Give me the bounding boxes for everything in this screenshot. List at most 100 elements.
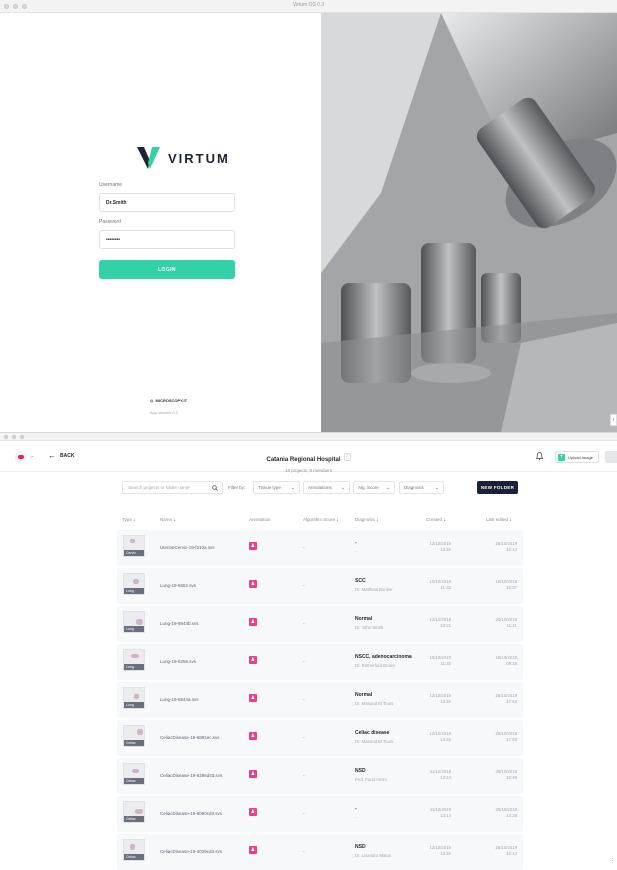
annotation-user-icon[interactable]: ♟ [249,656,257,664]
slide-thumbnail[interactable]: Celiac [123,763,145,785]
slide-thumbnail[interactable]: Celiac [123,801,145,823]
col-created-label: Created [426,517,443,522]
table-row[interactable]: Lung Lung-19-6652.svs ♟ - SCC Dr. Matthew Bun… [117,568,523,604]
logo-text: VIRTUM [168,150,230,166]
close-light[interactable] [4,434,8,439]
slide-thumbnail[interactable]: Lung [123,687,145,709]
col-name[interactable]: Name ↓ [160,517,176,523]
virtum-logo-icon [137,147,160,169]
side-tab[interactable]: › [610,414,617,426]
slide-thumbnail[interactable]: Celiac [123,839,145,861]
doctor-name: Dr. Matthew Bunker [355,587,393,592]
username-field[interactable]: Dr.Smith [99,193,235,212]
col-type[interactable]: Type ↓ [122,517,136,523]
tissue-tag: Celiac [124,854,144,860]
collapsed-button[interactable] [605,451,617,463]
created-date: 11/10/2019 13:14 [429,769,451,780]
tissue-sample-icon [131,654,139,658]
virtum-logo: VIRTUM [137,147,230,169]
annotation-user-icon[interactable]: ♟ [249,846,257,854]
window-controls[interactable] [4,434,24,439]
zoom-light[interactable] [20,434,24,439]
login-button[interactable]: LOGIN [99,260,235,279]
filter-bar: Search projects or folder name Filter by… [0,481,617,494]
last-edited-date: 25/10/2019 17:53 [495,693,517,704]
tissue-sample-icon [130,539,135,543]
file-name: Lung-19-9844b.svs [160,621,199,626]
upload-image-button[interactable]: + Upload Image [555,451,599,463]
app-header: ⌄ ← BACK Catania Regional Hospital⋮ 18 p… [0,441,617,473]
search-input[interactable]: Search projects or folder name [122,481,223,494]
minimize-light[interactable] [12,434,16,439]
slide-thumbnail[interactable]: Lung [123,573,145,595]
file-name: UterineCervix-19-f210a.svs [160,545,215,550]
table-row[interactable]: Cervix UterineCervix-19-f210a.svs ♟ - - - 12/1… [117,530,523,566]
col-last-edited[interactable]: Last edited ↓ [486,517,512,523]
annotation-user-icon[interactable]: ♟ [249,732,257,740]
algorithm-score: - [303,697,305,703]
alg-score-filter[interactable]: Alg. Score ⌄ [353,481,395,494]
slide-thumbnail[interactable]: Cervix [123,535,145,557]
tissue-sample-icon [137,729,143,735]
doctor-name: Dr. Rutherford Brown [355,663,396,668]
bell-icon[interactable] [536,452,543,460]
col-diagnosis-label: Diagnosis [355,517,375,522]
password-field[interactable]: •••••••• [99,230,235,249]
search-icon[interactable] [212,485,218,491]
slide-thumbnail[interactable]: Lung [123,611,145,633]
annotation-user-icon[interactable]: ♟ [249,694,257,702]
table-row[interactable]: Celiac CeliacDisease-19-6286d43.svs ♟ - NSD P… [117,758,523,794]
sort-icon: ↓ [376,517,379,523]
annotation-user-icon[interactable]: ♟ [249,580,257,588]
file-name: Lung-19-6652.svs [160,583,197,588]
titlebar [0,433,617,441]
created-date: 10/10/2019 11:32 [429,655,451,666]
created-date: 12/10/2019 10:21 [429,617,451,628]
last-edited-date: 25/10/2019 17:53 [495,731,517,742]
scroll-indicator-icon[interactable]: ⋮ [610,858,615,864]
col-algorithm-score-label: Algorithm Score [303,517,336,522]
diagnosis: NSD [355,768,366,774]
algorithm-score: - [303,735,305,741]
algorithm-score: - [303,621,305,627]
annotations-filter[interactable]: Annotations ⌄ [303,481,350,494]
algorithm-score: - [303,849,305,855]
annotation-user-icon[interactable]: ♟ [249,618,257,626]
diagnosis-filter[interactable]: Diagnosis ⌄ [399,481,444,494]
tissue-type-filter[interactable]: Tissue type ⌄ [253,481,300,494]
table-row[interactable]: Celiac CeliacDisease-19-6891ec.svs ♟ - Celia… [117,720,523,756]
col-diagnosis[interactable]: Diagnosis ↓ [355,517,379,523]
slide-thumbnail[interactable]: Lung [123,649,145,671]
created-date: 12/10/2019 13:45 [429,541,451,552]
col-annotation[interactable]: Annotation [249,517,271,522]
brand-mark: ◍ MICROSCOPY.IT [150,398,187,403]
more-menu-icon[interactable]: ⋮ [343,452,351,461]
chevron-down-icon: ⌄ [340,484,345,491]
filter-label: Alg. Score [358,485,379,490]
created-date: 10/10/2019 11:32 [429,579,451,590]
last-edited-date: 25/10/2019 12:14 [495,541,517,552]
table-row[interactable]: Lung Lung-19-9844b.svs ♟ - Normal Dr. John Sm… [117,606,523,642]
table-row[interactable]: Lung Lung-19-6255.svs ♟ - NSCC, adenocarcino… [117,644,523,680]
annotation-user-icon[interactable]: ♟ [249,770,257,778]
login-panel: VIRTUM [0,13,321,432]
new-folder-button[interactable]: NEW FOLDER [477,481,518,494]
slide-thumbnail[interactable]: Celiac [123,725,145,747]
col-created[interactable]: Created ↓ [426,517,446,523]
tissue-sample-icon [133,579,139,584]
table-row[interactable]: Lung Lung-19-6944a.svs ♟ - Normal Dr. Masoud … [117,682,523,718]
microscope-image [321,13,617,432]
plus-icon: + [558,453,565,461]
col-algorithm-score[interactable]: Algorithm Score ↓ [303,517,339,523]
tissue-tag: Lung [124,588,144,594]
table-row[interactable]: Celiac CeliacDisease-19-6090cd3.svs ♟ - - - 11… [117,796,523,832]
filter-label: Tissue type [258,485,281,490]
algorithm-score: - [303,659,305,665]
annotation-user-icon[interactable]: ♟ [249,542,257,550]
annotation-user-icon[interactable]: ♟ [249,808,257,816]
hospital-subtitle: 18 projects, 9 members [284,468,333,473]
sort-icon: ↓ [443,517,446,523]
chevron-down-icon: ⌄ [385,484,390,491]
project-header: Catania Regional Hospital⋮ 18 projects, … [0,448,617,473]
last-edited-date: 28/10/2019 14:28 [495,807,517,818]
